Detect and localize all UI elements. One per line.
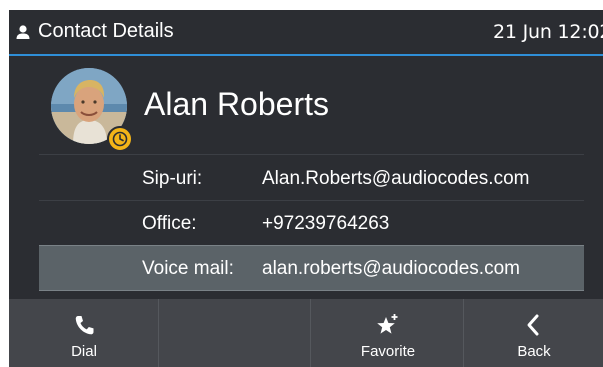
dial-softkey[interactable]: Dial	[9, 299, 159, 367]
detail-row-voice-mail[interactable]: Voice mail: alan.roberts@audiocodes.com	[39, 245, 584, 291]
softkey-separator	[158, 299, 159, 367]
dial-label: Dial	[71, 343, 97, 360]
detail-value: +97239764263	[262, 213, 390, 234]
softkey-separator	[310, 299, 311, 367]
phone-screen: Contact Details 21 Jun 12:02 Alan Robert…	[9, 10, 603, 367]
user-icon	[16, 25, 30, 39]
divider	[39, 154, 584, 155]
softkey-bar: Dial Favorite Back	[9, 299, 603, 367]
softkey-separator	[463, 299, 464, 367]
detail-row-sip-uri[interactable]: Sip-uri: Alan.Roberts@audiocodes.com	[39, 156, 584, 200]
detail-label: Office:	[142, 213, 197, 234]
chevron-left-icon	[527, 314, 539, 336]
detail-value: Alan.Roberts@audiocodes.com	[262, 168, 530, 189]
status-bar: Contact Details 21 Jun 12:02	[9, 10, 603, 54]
detail-label: Sip-uri:	[142, 168, 203, 189]
presence-badge	[107, 126, 133, 152]
empty-softkey[interactable]	[160, 299, 311, 367]
back-label: Back	[517, 343, 551, 360]
clock-display: 21 Jun 12:02	[493, 21, 603, 43]
detail-value: alan.roberts@audiocodes.com	[262, 258, 520, 279]
back-softkey[interactable]: Back	[465, 299, 603, 367]
favorite-softkey[interactable]: Favorite	[312, 299, 464, 367]
status-bar-divider	[9, 54, 603, 56]
favorite-label: Favorite	[360, 343, 416, 360]
screen-title: Contact Details	[38, 20, 174, 42]
phone-icon	[75, 316, 94, 335]
clock-icon	[112, 131, 128, 147]
detail-label: Voice mail:	[142, 258, 234, 279]
star-plus-icon	[377, 314, 398, 334]
contact-name: Alan Roberts	[144, 86, 329, 122]
detail-row-office[interactable]: Office: +97239764263	[39, 201, 584, 245]
